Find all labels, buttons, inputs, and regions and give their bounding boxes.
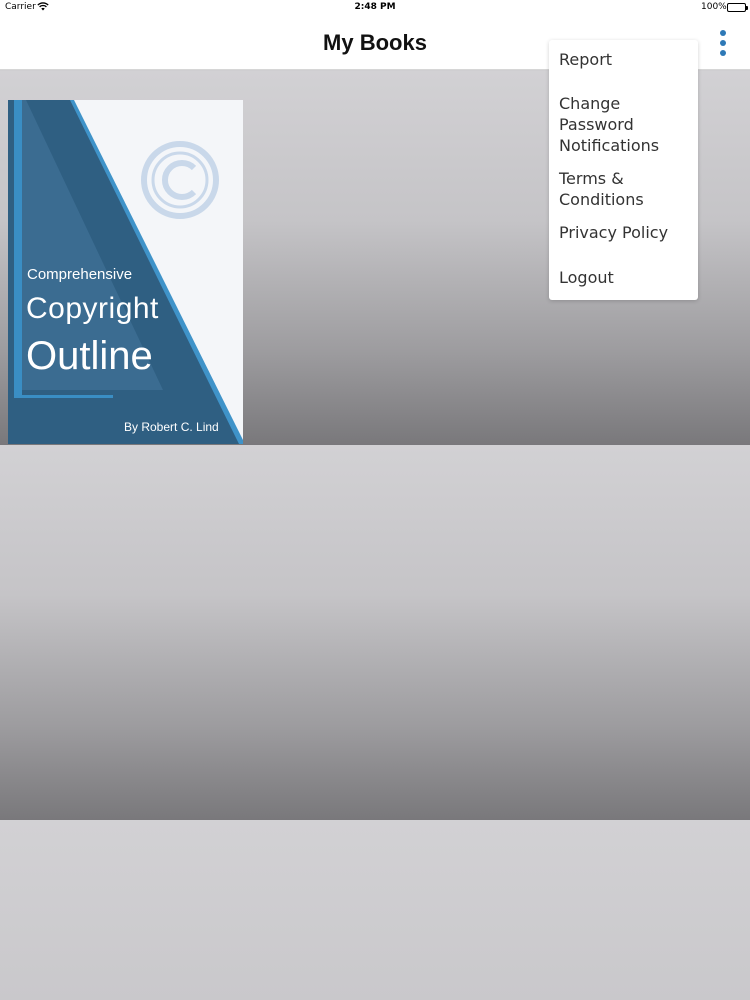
bookshelf-row xyxy=(0,820,750,1000)
battery-percent: 100% xyxy=(701,2,727,12)
book-cover[interactable]: Comprehensive Copyright Outline By Rober… xyxy=(8,100,243,444)
book-title-line3: Outline xyxy=(26,334,153,378)
status-bar: Carrier 2:48 PM 100% xyxy=(0,0,750,16)
options-menu: Report Change Password Notifications Ter… xyxy=(549,40,698,300)
menu-item-notifications[interactable]: Notifications xyxy=(559,135,695,156)
clock: 2:48 PM xyxy=(354,2,396,12)
menu-item-change-password[interactable]: Change Password xyxy=(559,93,695,135)
book-title-line2: Copyright xyxy=(26,292,159,325)
menu-item-privacy-policy[interactable]: Privacy Policy xyxy=(559,222,695,243)
book-title-line1: Comprehensive xyxy=(27,266,133,283)
menu-item-logout[interactable]: Logout xyxy=(559,267,695,288)
menu-item-report[interactable]: Report xyxy=(559,49,695,70)
bookshelf-row xyxy=(0,445,750,820)
menu-item-terms[interactable]: Terms & Conditions xyxy=(559,168,695,210)
more-vertical-icon[interactable] xyxy=(712,28,734,62)
book-author: By Robert C. Lind xyxy=(124,420,219,434)
battery-icon xyxy=(727,3,748,12)
